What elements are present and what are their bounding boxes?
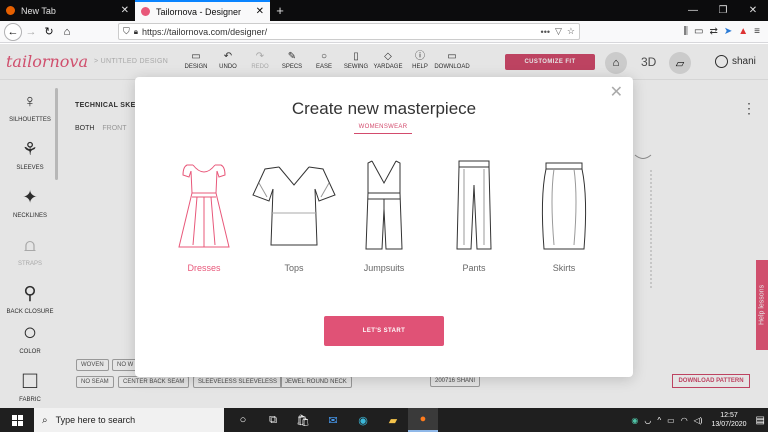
system-tray: ◉ ◡ ^ ▭ ◠ ◁) 12:57 13/07/2020 ▤ (628, 411, 768, 429)
close-tab-icon[interactable]: ✕ (256, 6, 264, 17)
volume-icon[interactable]: ◁) (694, 416, 703, 425)
url-text[interactable]: https://tailornova.com/designer/ (142, 27, 536, 37)
clock[interactable]: 12:57 13/07/2020 (712, 411, 747, 429)
url-bar[interactable]: ⛉ 🔒︎ https://tailornova.com/designer/ ••… (118, 23, 580, 40)
tab-womenswear[interactable]: WOMENSWEAR (354, 124, 412, 134)
store-icon[interactable]: 🛍︎ (288, 408, 318, 432)
lock-icon[interactable]: 🔒︎ (134, 27, 138, 37)
search-placeholder: Type here to search (55, 415, 136, 425)
home-icon[interactable]: ⌂ (58, 23, 76, 41)
hamburger-menu-icon[interactable]: ≡ (754, 26, 760, 37)
search-icon: ⌕ (42, 414, 48, 426)
page-actions-icon[interactable]: ••• (541, 27, 550, 37)
browser-toolbar-icons: ⫼ ▭ ⇄ ➤ ▲ ≡ (683, 26, 764, 37)
garment-option-dresses[interactable]: Dresses (159, 157, 249, 273)
bookmark-star-icon[interactable]: ☆ (567, 26, 575, 37)
extension-icon[interactable]: ➤ (724, 26, 732, 37)
new-tab-plus-icon[interactable]: + (270, 3, 290, 18)
mail-icon[interactable]: ✉ (318, 408, 348, 432)
minimize-icon[interactable]: — (678, 5, 708, 16)
cortana-icon[interactable]: ○ (228, 408, 258, 432)
app-tray-icon[interactable]: ◉ (631, 416, 638, 425)
lets-start-button[interactable]: LET'S START (324, 316, 444, 346)
window-controls: — ❐ ✕ (678, 5, 768, 16)
pocket-icon[interactable]: ▽ (555, 26, 562, 37)
extension-icon[interactable]: ▲ (738, 26, 748, 37)
pants-icon (456, 160, 492, 250)
firefox-icon (6, 6, 15, 15)
tab-tailornova[interactable]: Tailornova - Designer ✕ (135, 0, 270, 21)
dress-icon (178, 164, 230, 248)
top-icon (252, 166, 336, 246)
sync-icon[interactable]: ⇄ (709, 26, 717, 37)
back-arrow-icon[interactable]: ← (4, 22, 22, 41)
close-window-icon[interactable]: ✕ (738, 5, 768, 16)
garment-label: Pants (462, 263, 486, 273)
windows-logo-icon (11, 414, 23, 426)
forward-arrow-icon[interactable]: → (22, 23, 40, 41)
taskbar-apps: ○ ⧉ 🛍︎ ✉ ◉ ▰ ● (228, 408, 438, 432)
close-tab-icon[interactable]: ✕ (121, 5, 129, 16)
battery-icon[interactable]: ▭ (667, 416, 675, 425)
create-design-modal: ✕ Create new masterpiece WOMENSWEAR Dres… (135, 77, 633, 377)
edge-icon[interactable]: ◉ (348, 408, 378, 432)
garment-option-jumpsuits[interactable]: Jumpsuits (339, 157, 429, 273)
sidebar-icon[interactable]: ▭ (694, 26, 703, 37)
clock-date: 13/07/2020 (711, 421, 747, 428)
skirt-icon (541, 162, 587, 250)
tab-title: Tailornova - Designer (156, 6, 242, 17)
task-view-icon[interactable]: ⧉ (258, 408, 288, 432)
wifi-icon[interactable]: ◠ (681, 416, 688, 425)
garment-option-tops[interactable]: Tops (249, 157, 339, 273)
garment-label: Jumpsuits (363, 263, 405, 273)
windows-taskbar: ⌕ Type here to search ○ ⧉ 🛍︎ ✉ ◉ ▰ ● ◉ ◡… (0, 408, 768, 432)
garment-option-skirts[interactable]: Skirts (519, 157, 609, 273)
garment-option-pants[interactable]: Pants (429, 157, 519, 273)
maximize-icon[interactable]: ❐ (708, 5, 738, 16)
chevron-up-icon[interactable]: ^ (657, 416, 661, 425)
firefox-icon[interactable]: ● (408, 408, 438, 432)
browser-nav-bar: ← → ↻ ⌂ ⛉ 🔒︎ https://tailornova.com/desi… (0, 21, 768, 43)
modal-title: Create new masterpiece (291, 99, 477, 118)
file-explorer-icon[interactable]: ▰ (378, 408, 408, 432)
jumpsuit-icon (365, 160, 403, 250)
garment-label: Skirts (552, 263, 576, 273)
taskbar-search[interactable]: ⌕ Type here to search (34, 408, 224, 432)
reload-icon[interactable]: ↻ (40, 23, 58, 41)
tab-title: New Tab (21, 5, 56, 16)
tailornova-favicon-icon (141, 7, 150, 16)
browser-tab-strip: New Tab ✕ Tailornova - Designer ✕ + — ❐ … (0, 0, 768, 21)
network-icon[interactable]: ◡ (644, 416, 651, 425)
garment-label: Tops (284, 263, 304, 273)
garment-label: Dresses (187, 263, 221, 273)
notifications-icon[interactable]: ▤ (756, 415, 765, 426)
tab-new-tab[interactable]: New Tab ✕ (0, 0, 135, 21)
windows-start-button[interactable] (0, 408, 34, 432)
shield-icon[interactable]: ⛉ (123, 26, 130, 37)
library-icon[interactable]: ⫼ (683, 26, 688, 37)
clock-time: 12:57 (720, 412, 738, 419)
